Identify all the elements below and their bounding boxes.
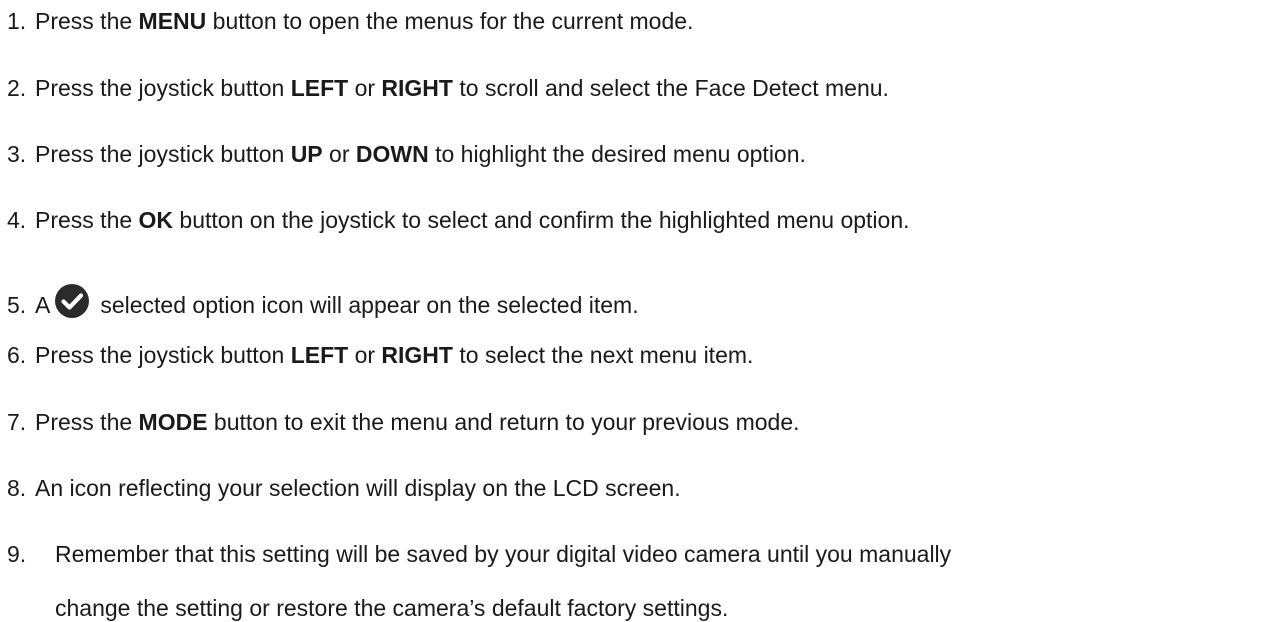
step-text: Press the: [35, 8, 139, 34]
step-number: 6.: [7, 342, 27, 368]
step-text: to select the next menu item.: [452, 342, 754, 368]
step-text: Press the joystick button: [35, 342, 291, 368]
step-7: 7. Press the MODE button to exit the menu…: [7, 409, 800, 436]
step-9: 9. Remember that this setting will be sav…: [7, 541, 951, 568]
button-name: LEFT: [290, 342, 349, 368]
step-text: button on the joystick to select and con…: [173, 207, 910, 233]
step-number: 5.: [7, 292, 27, 318]
button-name: OK: [138, 207, 174, 233]
step-6: 6. Press the joystick button LEFT or RIGH…: [7, 342, 753, 369]
step-text: An icon reflecting your selection will d…: [35, 475, 681, 501]
button-name: MENU: [138, 8, 207, 34]
button-name: DOWN: [355, 141, 429, 167]
step-4: 4. Press the OK button on the joystick to…: [7, 207, 910, 234]
step-number: 3.: [7, 141, 27, 167]
step-1: 1. Press the MENU button to open the menu…: [7, 8, 693, 35]
step-5: 5. Aselected option icon will appear on t…: [7, 283, 639, 319]
step-text: Remember that this setting will be saved…: [55, 541, 952, 567]
step-number: 8.: [7, 475, 27, 501]
step-number: 9.: [7, 541, 27, 567]
step-text: Press the joystick button: [35, 75, 291, 101]
step-text: or: [348, 75, 382, 101]
button-name: RIGHT: [381, 342, 453, 368]
check-circle-icon: [54, 283, 90, 319]
step-text: Press the: [35, 207, 139, 233]
step-text: selected option icon will appear on the …: [100, 292, 639, 318]
step-text: Press the joystick button: [35, 141, 291, 167]
step-9-continuation: change the setting or restore the camera…: [55, 595, 729, 621]
step-number: 1.: [7, 8, 27, 34]
step-3: 3. Press the joystick button UP or DOWN t…: [7, 141, 806, 168]
step-2: 2. Press the joystick button LEFT or RIGH…: [7, 75, 889, 102]
step-text: to scroll and select the Face Detect men…: [452, 75, 889, 101]
step-number: 7.: [7, 409, 27, 435]
step-number: 4.: [7, 207, 27, 233]
step-number: 2.: [7, 75, 27, 101]
step-text: Press the: [35, 409, 139, 435]
step-text: button to open the menus for the current…: [206, 8, 694, 34]
step-8: 8. An icon reflecting your selection will…: [7, 475, 681, 502]
step-text: A: [35, 292, 51, 318]
step-text: or: [322, 141, 356, 167]
step-text: or: [348, 342, 382, 368]
step-text: to highlight the desired menu option.: [428, 141, 806, 167]
button-name: MODE: [138, 409, 208, 435]
button-name: UP: [290, 141, 323, 167]
step-text: button to exit the menu and return to yo…: [207, 409, 800, 435]
button-name: LEFT: [290, 75, 349, 101]
button-name: RIGHT: [381, 75, 453, 101]
